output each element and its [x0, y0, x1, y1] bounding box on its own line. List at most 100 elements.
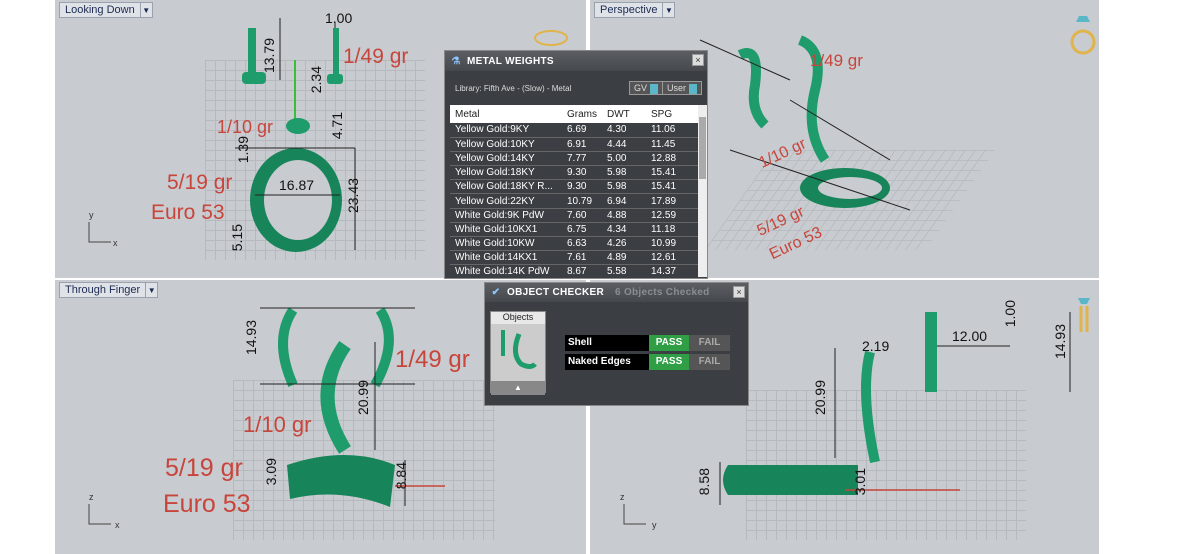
axis-gizmo-icon: [88, 504, 111, 525]
weight-annotation: Euro 53: [163, 490, 251, 518]
dim-label: 4.71: [329, 112, 345, 140]
ring-display-icon[interactable]: [1070, 12, 1096, 56]
metal-cell: 7.60: [562, 208, 602, 223]
axis-label-z: z: [89, 492, 94, 502]
metal-table-wrap: Metal Grams DWT SPG Yellow Gold:9KY 6.69 4…: [450, 105, 698, 277]
fail-button[interactable]: FAIL: [689, 354, 730, 370]
dim-label: 12.00: [952, 328, 988, 344]
dim-label: 2.34: [308, 66, 324, 94]
checkmark-icon: ✔: [491, 287, 501, 298]
dim-label: 3.09: [263, 458, 279, 486]
metal-cell: 9.30: [562, 165, 602, 181]
metal-cell: Yellow Gold:18KY: [450, 165, 562, 181]
metal-weights-panel[interactable]: ⚗ METAL WEIGHTS × Library: Fifth Ave - (…: [444, 50, 708, 279]
metal-cell: 17.89: [646, 193, 698, 209]
metal-cell: 6.94: [602, 193, 646, 209]
pass-button[interactable]: PASS: [649, 335, 689, 351]
metal-cell: 7.77: [562, 151, 602, 167]
metal-cell: 6.69: [562, 123, 602, 138]
metal-cell: Yellow Gold:14KY: [450, 151, 562, 167]
metal-cell: Yellow Gold:22KY: [450, 193, 562, 209]
metal-weights-titlebar[interactable]: ⚗ METAL WEIGHTS: [445, 51, 707, 71]
pass-button[interactable]: PASS: [649, 354, 689, 370]
weight-annotation: 1/49 gr: [810, 51, 863, 70]
metal-row[interactable]: White Gold:9K PdW 7.60 4.88 12.59: [450, 208, 698, 223]
metal-cell: 6.75: [562, 222, 602, 238]
ring-display-icon[interactable]: [1074, 290, 1094, 336]
metal-cell: 5.00: [602, 151, 646, 167]
objects-label: Objects: [491, 312, 545, 324]
metal-row[interactable]: Yellow Gold:9KY 6.69 4.30 11.06: [450, 123, 698, 138]
gv-toggle[interactable]: GV: [629, 81, 664, 95]
metal-row[interactable]: Yellow Gold:18KY R... 9.30 5.98 15.41: [450, 179, 698, 195]
dim-label: 20.99: [812, 380, 828, 416]
metal-row[interactable]: White Gold:14KX1 7.61 4.89 12.61: [450, 250, 698, 266]
metal-cell: 12.88: [646, 151, 698, 167]
dim-label: 23.43: [345, 178, 361, 214]
chevron-up-icon[interactable]: ▲: [491, 381, 545, 395]
axis-label-x: x: [115, 520, 120, 530]
axis-gizmo-icon: [623, 504, 646, 525]
weight-annotation: 1/10 gr: [217, 117, 274, 137]
metal-cell: 12.61: [646, 250, 698, 266]
dim-label: 5.15: [229, 224, 245, 252]
object-checker-panel[interactable]: ✔ OBJECT CHECKER 6 Objects Checked × Obj…: [484, 282, 749, 406]
objects-thumbnail[interactable]: Objects ▲: [490, 311, 546, 395]
check-row-shell: Shell PASS FAIL: [565, 335, 730, 351]
panel-title: OBJECT CHECKER: [507, 287, 604, 298]
axis-label-z: z: [620, 492, 625, 502]
metal-cell: Yellow Gold:9KY: [450, 123, 562, 138]
weight-annotation: 5/19 gr: [167, 171, 233, 194]
axis-label-y: y: [89, 210, 94, 220]
dim-label: 8.84: [393, 462, 409, 490]
metal-cell: 9.30: [562, 179, 602, 195]
metal-row[interactable]: Yellow Gold:22KY 10.79 6.94 17.89: [450, 193, 698, 209]
metal-cell: 5.58: [602, 264, 646, 277]
axis-gizmo-icon: [88, 222, 111, 243]
metal-cell: White Gold:10KX1: [450, 222, 562, 238]
metal-table: Metal Grams DWT SPG Yellow Gold:9KY 6.69 4…: [450, 105, 698, 277]
ring-thumbnail-icon: [501, 330, 537, 369]
close-icon[interactable]: ×: [692, 54, 704, 66]
flask-icon: ⚗: [451, 55, 461, 67]
metal-row[interactable]: White Gold:10KW 6.63 4.26 10.99: [450, 236, 698, 252]
metal-cell: 10.79: [562, 193, 602, 209]
metal-cell: 4.44: [602, 137, 646, 152]
dim-label: 14.93: [243, 320, 259, 356]
scrollbar-thumb[interactable]: [699, 117, 706, 179]
metal-cell: 4.26: [602, 236, 646, 252]
close-icon[interactable]: ×: [733, 286, 745, 298]
metal-cell: 14.37: [646, 264, 698, 277]
table-header: Metal Grams DWT SPG: [450, 105, 698, 123]
dim-label: 8.58: [696, 468, 712, 496]
metal-cell: 4.30: [602, 123, 646, 138]
object-checker-titlebar[interactable]: ✔ OBJECT CHECKER 6 Objects Checked: [485, 283, 748, 302]
user-toggle[interactable]: User: [662, 81, 703, 95]
check-name: Shell: [565, 335, 649, 351]
dim-label: 13.79: [261, 38, 277, 74]
metal-cell: 4.34: [602, 222, 646, 238]
ring-display-icon[interactable]: [533, 28, 569, 48]
metal-cell: Yellow Gold:10KY: [450, 137, 562, 152]
fail-button[interactable]: FAIL: [689, 335, 730, 351]
metal-cell: 4.88: [602, 208, 646, 223]
check-name: Naked Edges: [565, 354, 649, 370]
library-row: Library: Fifth Ave - (Slow) - Metal GV U…: [445, 71, 707, 101]
metal-cell: 10.99: [646, 236, 698, 252]
library-label: Library: Fifth Ave - (Slow) - Metal: [455, 84, 572, 93]
check-row-naked-edges: Naked Edges PASS FAIL: [565, 354, 730, 370]
metal-row[interactable]: Yellow Gold:18KY 9.30 5.98 15.41: [450, 165, 698, 181]
weight-annotation: Euro 53: [151, 201, 225, 224]
scrollbar[interactable]: [698, 105, 707, 277]
metal-row[interactable]: White Gold:10KX1 6.75 4.34 11.18: [450, 222, 698, 238]
metal-cell: 5.98: [602, 179, 646, 195]
metal-row[interactable]: White Gold:14K PdW 8.67 5.58 14.37: [450, 264, 698, 277]
weight-annotation: 1/10 gr: [243, 412, 312, 437]
metal-row[interactable]: Yellow Gold:14KY 7.77 5.00 12.88: [450, 151, 698, 167]
rhino-workspace: Looking Down ▼ 13.79 1.00 2.34 4.71 1.39 …: [0, 0, 1200, 554]
dim-label: 16.87: [279, 177, 315, 193]
objects-checked-count: 6 Objects Checked: [615, 287, 710, 298]
metal-row[interactable]: Yellow Gold:10KY 6.91 4.44 11.45: [450, 137, 698, 152]
metal-cell: 7.61: [562, 250, 602, 266]
metal-cell: 15.41: [646, 165, 698, 181]
